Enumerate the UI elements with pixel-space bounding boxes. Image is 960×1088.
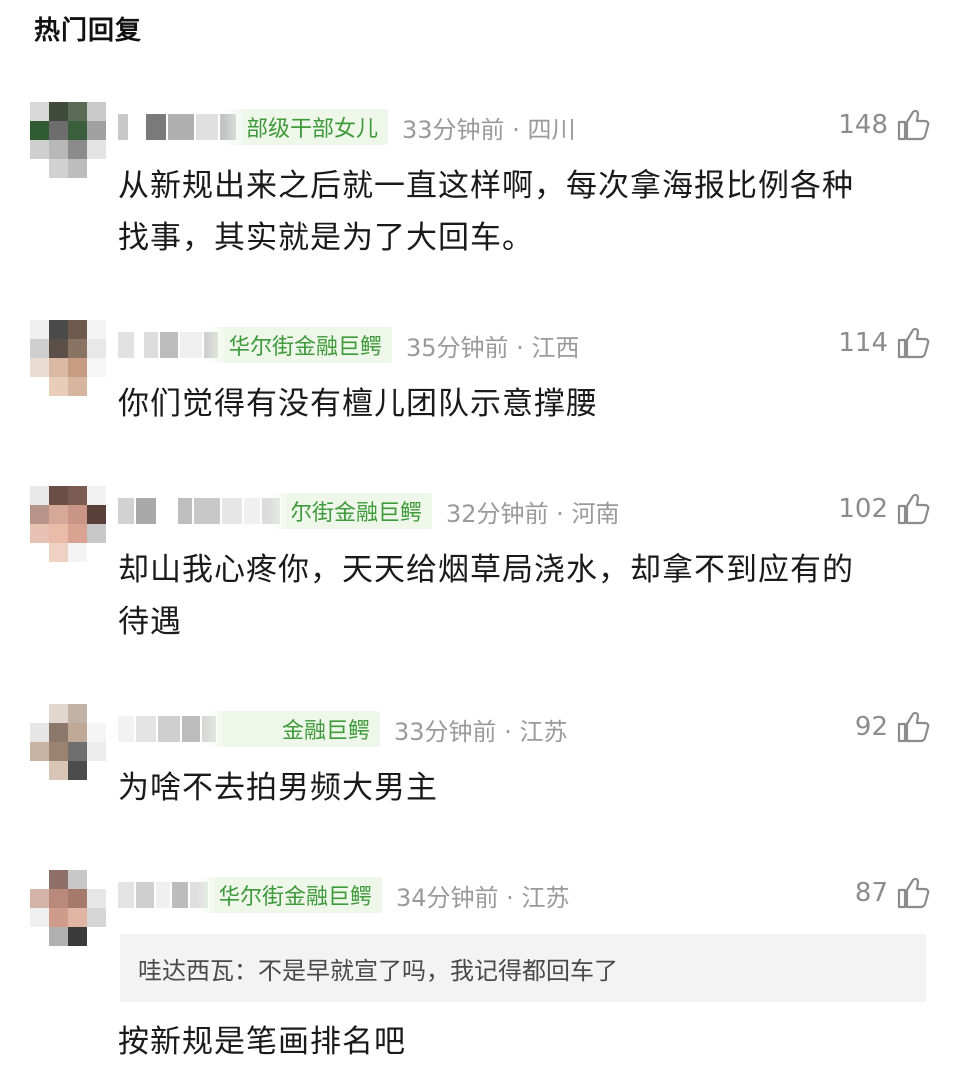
like-count: 102 (838, 494, 888, 524)
like-button[interactable]: 87 (855, 876, 930, 910)
avatar[interactable] (30, 320, 106, 396)
comment-item: 部级干部女儿 33分钟前 · 四川 148 从新规出来之后就一直这样啊，每次拿海… (0, 102, 960, 272)
reply-author: 哇达西瓦： (138, 956, 258, 985)
section-title: 热门回复 (34, 16, 143, 46)
like-button[interactable]: 92 (855, 710, 930, 744)
thumbs-up-icon (897, 877, 930, 909)
time-location: 34分钟前 · 江苏 (396, 883, 570, 912)
like-count: 148 (838, 110, 888, 140)
username-redacted[interactable] (118, 494, 282, 528)
username-redacted[interactable] (118, 328, 220, 362)
comment-item: 华尔街金融巨鳄 34分钟前 · 江苏 87 哇达西瓦： 不是早就宣了吗，我记得都… (0, 870, 960, 1080)
like-button[interactable]: 148 (838, 108, 930, 142)
time-location: 35分钟前 · 江西 (406, 333, 580, 362)
user-badge[interactable]: 部级干部女儿 (223, 109, 389, 145)
user-badge[interactable]: 金融巨鳄 (203, 711, 381, 747)
thumbs-up-icon (897, 711, 930, 743)
comment-text: 你们觉得有没有檀儿团队示意撑腰 (118, 386, 598, 422)
avatar[interactable] (30, 704, 106, 780)
like-button[interactable]: 102 (838, 492, 930, 526)
time-location: 32分钟前 · 河南 (446, 499, 620, 528)
username-redacted[interactable] (118, 110, 238, 144)
like-count: 114 (838, 328, 888, 358)
comment-item: 华尔街金融巨鳄 35分钟前 · 江西 114 你们觉得有没有檀儿团队示意撑腰 (0, 320, 960, 430)
thumbs-up-icon (897, 109, 930, 141)
time-location: 33分钟前 · 四川 (402, 115, 576, 144)
like-button[interactable]: 114 (838, 326, 930, 360)
user-badge[interactable]: 华尔街金融巨鳄 (205, 327, 393, 363)
avatar[interactable] (30, 102, 106, 178)
avatar[interactable] (30, 870, 106, 946)
time-location: 33分钟前 · 江苏 (394, 717, 568, 746)
comment-text: 从新规出来之后就一直这样啊，每次拿海报比例各种 找事，其实就是为了大回车。 (118, 168, 854, 256)
thumbs-up-icon (897, 493, 930, 525)
like-count: 87 (854, 878, 888, 908)
comment-text: 却山我心疼你，天天给烟草局浇水，却拿不到应有的 待遇 (118, 552, 854, 640)
comment-text: 为啥不去拍男频大男主 (118, 770, 438, 806)
user-badge[interactable]: 尔街金融巨鳄 (267, 493, 433, 529)
quoted-reply[interactable]: 哇达西瓦： 不是早就宣了吗，我记得都回车了 (120, 934, 926, 1002)
comment-item: 金融巨鳄 33分钟前 · 江苏 92 为啥不去拍男频大男主 (0, 704, 960, 814)
avatar[interactable] (30, 486, 106, 562)
like-count: 92 (854, 712, 888, 742)
thumbs-up-icon (897, 327, 930, 359)
username-redacted[interactable] (118, 712, 218, 746)
comment-item: 尔街金融巨鳄 32分钟前 · 河南 102 却山我心疼你，天天给烟草局浇水，却拿… (0, 486, 960, 656)
comment-text: 按新规是笔画排名吧 (118, 1024, 406, 1060)
reply-text: 不是早就宣了吗，我记得都回车了 (258, 956, 618, 985)
user-badge[interactable]: 华尔街金融巨鳄 (195, 877, 383, 913)
